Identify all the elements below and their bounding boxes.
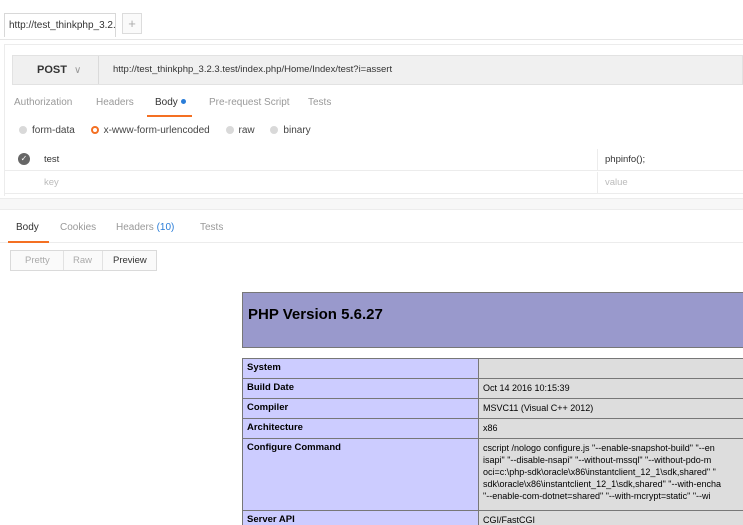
- radio-label: form-data: [32, 125, 75, 136]
- table-row: Server API CGI/FastCGI: [242, 511, 743, 525]
- value-placeholder[interactable]: value: [605, 177, 628, 188]
- tab-tests[interactable]: Tests: [308, 97, 331, 108]
- configure-line: oci=c:\php-sdk\oracle\x86\instantclient_…: [483, 467, 716, 477]
- configure-line: sdk\oracle\x86\instantclient_12_1\sdk,sh…: [483, 479, 722, 489]
- chevron-down-icon: ∨: [73, 65, 82, 76]
- response-tab-headers[interactable]: Headers (10): [116, 222, 174, 233]
- table-row: Configure Command cscript /nologo config…: [242, 439, 743, 511]
- table-row: Build Date Oct 14 2016 10:15:39: [242, 379, 743, 399]
- param-row: ✓ test phpinfo();: [5, 149, 743, 171]
- column-divider: [597, 172, 598, 194]
- request-builder: POST ∨ http://test_thinkphp_3.2.3.test/in…: [4, 44, 743, 196]
- row-label: System: [242, 359, 479, 378]
- tab-body[interactable]: Body: [147, 97, 192, 117]
- view-preview[interactable]: Preview: [113, 255, 147, 266]
- radio-raw[interactable]: raw: [225, 125, 255, 136]
- radio-label: raw: [238, 125, 255, 136]
- row-label: Compiler: [242, 399, 479, 418]
- row-label: Build Date: [242, 379, 479, 398]
- response-tab-cookies[interactable]: Cookies: [60, 222, 96, 233]
- view-mode-switch: Pretty Raw Preview: [10, 250, 157, 271]
- row-label: Server API: [242, 511, 479, 525]
- tab-authorization[interactable]: Authorization: [14, 97, 72, 108]
- response-tabs: Body Cookies Headers (10) Tests: [0, 211, 743, 243]
- view-mode-divider: [63, 251, 64, 270]
- param-row-empty: key value: [5, 172, 743, 194]
- table-row: Compiler MSVC11 (Visual C++ 2012): [242, 399, 743, 419]
- param-key[interactable]: test: [44, 154, 59, 165]
- row-value: Oct 14 2016 10:15:39: [479, 379, 743, 398]
- key-placeholder[interactable]: key: [44, 177, 59, 188]
- radio-label: binary: [283, 125, 311, 136]
- table-row: System: [242, 359, 743, 379]
- row-value: MSVC11 (Visual C++ 2012): [479, 399, 743, 418]
- url-input[interactable]: http://test_thinkphp_3.2.3.test/index.ph…: [113, 56, 392, 84]
- configure-line: "--enable-com-dotnet=shared" "--with-mcr…: [483, 491, 711, 501]
- radio-circle-icon: [19, 126, 27, 134]
- headers-label: Headers: [116, 222, 154, 233]
- configure-line: isapi" "--disable-nsapi" "--without-mssq…: [483, 455, 712, 465]
- php-version-title: PHP Version 5.6.27: [248, 306, 383, 323]
- request-tab[interactable]: http://test_thinkphp_3.2.3: [4, 13, 116, 37]
- add-tab-button[interactable]: +: [122, 13, 142, 34]
- row-label: Architecture: [242, 419, 479, 438]
- modified-dot-icon: [180, 99, 186, 104]
- row-value: x86: [479, 419, 743, 438]
- body-mode-options: form-data x-www-form-urlencoded raw bina…: [19, 125, 324, 139]
- tab-strip: http://test_thinkphp_3.2.3 +: [0, 0, 743, 40]
- radio-form-data[interactable]: form-data: [19, 125, 75, 136]
- radio-label: x-www-form-urlencoded: [103, 125, 210, 136]
- phpinfo-table: System Build Date Oct 14 2016 10:15:39 C…: [242, 359, 743, 525]
- response-tab-tests[interactable]: Tests: [200, 222, 223, 233]
- row-value: [479, 359, 743, 378]
- checkmark-icon[interactable]: ✓: [18, 153, 30, 165]
- radio-circle-icon: [270, 126, 279, 134]
- tab-body-label: Body: [155, 97, 178, 108]
- view-mode-divider: [102, 251, 103, 270]
- row-label: Configure Command: [242, 439, 479, 510]
- tab-headers[interactable]: Headers: [96, 97, 134, 108]
- url-bar: POST ∨ http://test_thinkphp_3.2.3.test/in…: [12, 55, 743, 85]
- radio-selected-icon: [90, 126, 99, 134]
- table-row: Architecture x86: [242, 419, 743, 439]
- method-label: POST: [37, 64, 67, 76]
- configure-line: cscript /nologo configure.js "--enable-s…: [483, 443, 715, 453]
- view-raw[interactable]: Raw: [73, 255, 92, 266]
- request-subtabs: Authorization Headers Body Pre-request S…: [5, 91, 743, 117]
- param-value[interactable]: phpinfo();: [605, 154, 645, 165]
- headers-count: (10): [156, 222, 175, 233]
- radio-urlencoded[interactable]: x-www-form-urlencoded: [90, 125, 210, 136]
- column-divider: [597, 149, 598, 171]
- view-pretty[interactable]: Pretty: [25, 255, 50, 266]
- php-version-header: PHP Version 5.6.27: [242, 292, 743, 348]
- section-divider: [0, 198, 743, 210]
- radio-binary[interactable]: binary: [270, 125, 311, 136]
- row-value: cscript /nologo configure.js "--enable-s…: [479, 439, 743, 510]
- response-tab-body[interactable]: Body: [8, 222, 49, 243]
- tab-pre-request-script[interactable]: Pre-request Script: [209, 97, 290, 108]
- radio-circle-icon: [225, 126, 234, 134]
- row-value: CGI/FastCGI: [479, 511, 743, 525]
- method-select[interactable]: POST ∨: [13, 56, 99, 84]
